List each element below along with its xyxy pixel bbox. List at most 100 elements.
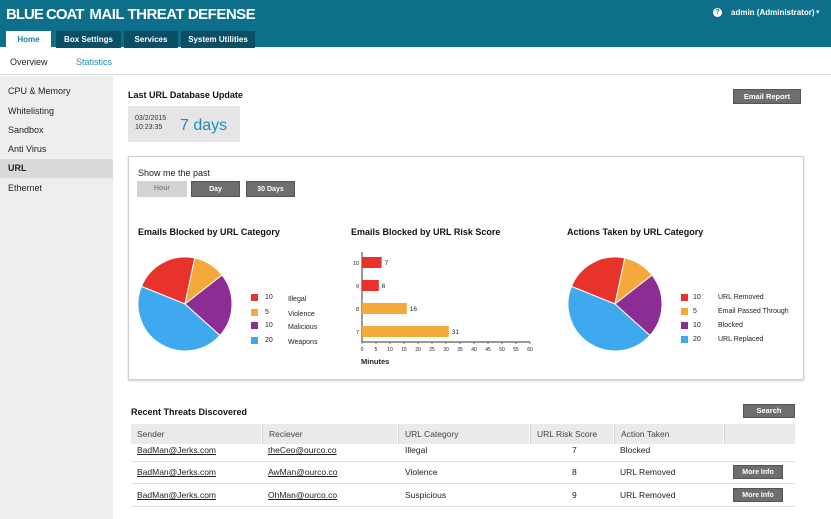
pie1-legend-label: Illegal	[288, 296, 307, 303]
bar-x-tick-label: 45	[485, 347, 491, 353]
pie2-legend-value: 10	[693, 294, 701, 301]
row3-sender[interactable]: BadMan@Jerks.com	[137, 484, 216, 506]
row-divider	[131, 483, 795, 484]
pie2-legend-value: 10	[693, 322, 701, 329]
row3-action: URL Removed	[620, 490, 676, 500]
brand-part2: MAIL THREAT DEFENSE	[89, 6, 256, 23]
row2-receiver[interactable]: AwMan@ourco.co	[268, 461, 337, 483]
pie1-legend-label: Violence	[288, 311, 315, 318]
sidebar-item-whitelisting[interactable]: Whitelisting	[0, 102, 113, 121]
pie1-legend-value: 10	[265, 294, 273, 301]
search-button[interactable]: Search	[743, 404, 795, 418]
row1-score: 7	[572, 445, 577, 455]
brand-part1: BLUE COAT	[6, 6, 84, 23]
row3-receiver[interactable]: OhMan@ourco.co	[268, 484, 337, 506]
pie1-legend-label: Malicious	[288, 324, 318, 331]
tab-home[interactable]: Home	[6, 31, 51, 48]
tab-box-settings[interactable]: Box Settings	[56, 31, 121, 48]
range-label: Show me the past	[138, 168, 211, 178]
bar-chart-risk-score: 10 7 9 6 8 16 7 31 0 5 10 15 20 25 30 35 40 45 50 55 60	[353, 252, 533, 353]
email-report-button[interactable]: Email Report	[733, 89, 801, 104]
bar-value-label: 7	[385, 260, 389, 267]
bar-x-tick-label: 10	[387, 347, 393, 353]
last-update-title: Last URL Database Update	[128, 90, 243, 100]
bar-x-tick-label: 35	[457, 347, 463, 353]
bar-x-tick-label: 15	[401, 347, 407, 353]
pie1-title: Emails Blocked by URL Category	[138, 227, 280, 237]
pie2-legend-label: Blocked	[718, 322, 743, 329]
pie1-legend-swatch	[251, 322, 258, 329]
pie2-legend-label: URL Replaced	[718, 336, 764, 343]
row3-score: 9	[572, 490, 577, 500]
bar	[362, 303, 407, 314]
top-bar: BLUE COAT MAIL THREAT DEFENSE ? admin (Ad…	[0, 0, 831, 48]
sidebar-item-url[interactable]: URL	[0, 159, 113, 178]
bar-title: Emails Blocked by URL Risk Score	[351, 227, 501, 237]
range-30days-button[interactable]: 30 Days	[246, 181, 295, 197]
pie1-legend-value: 5	[265, 309, 269, 316]
tab-services[interactable]: Services	[124, 31, 178, 48]
row-divider	[131, 506, 795, 507]
row3-more-info-button[interactable]: More Info	[733, 488, 783, 502]
pie1-legend-value: 20	[265, 337, 273, 344]
pie2-legend-label: URL Removed	[718, 294, 764, 301]
bar-value-label: 6	[382, 283, 386, 290]
pie2-legend-label: Email Passed Through	[718, 308, 789, 315]
bar	[362, 326, 449, 337]
pie2-legend-swatch	[681, 308, 688, 315]
row1-receiver[interactable]: theCeo@ourco.co	[268, 439, 337, 461]
pie-chart-url-category	[137, 256, 233, 352]
pie1-legend-swatch	[251, 309, 258, 316]
brand-logo: BLUE COAT MAIL THREAT DEFENSE	[6, 6, 256, 23]
bar-x-tick-label: 5	[375, 347, 378, 353]
bar	[362, 280, 379, 291]
row1-action: Blocked	[620, 445, 651, 455]
pie1-legend-value: 10	[265, 322, 273, 329]
tab-system-utilities[interactable]: System Utilities	[181, 31, 255, 48]
subtab-overview[interactable]: Overview	[10, 57, 48, 67]
range-hour-button[interactable]: Hour	[137, 181, 187, 197]
bar-category-label: 9	[356, 284, 359, 290]
user-menu[interactable]: admin (Administrator)	[731, 8, 815, 17]
pie2-legend-swatch	[681, 294, 688, 301]
bar-category-label: 10	[353, 261, 359, 267]
pie1-legend-swatch	[251, 294, 258, 301]
row2-category: Violence	[405, 467, 438, 477]
row2-more-info-button[interactable]: More Info	[733, 465, 783, 479]
pie2-title: Actions Taken by URL Category	[567, 227, 704, 237]
row1-sender[interactable]: BadMan@Jerks.com	[137, 439, 216, 461]
bar-x-tick-label: 25	[429, 347, 435, 353]
last-update-date: 03/2/2015	[135, 115, 167, 122]
sidebar: CPU & Memory Whitelisting Sandbox Anti V…	[0, 76, 113, 519]
pie2-legend-swatch	[681, 322, 688, 329]
bar-x-tick-label: 55	[513, 347, 519, 353]
row2-sender[interactable]: BadMan@Jerks.com	[137, 461, 216, 483]
sidebar-item-cpu-memory[interactable]: CPU & Memory	[0, 82, 113, 101]
row2-score: 8	[572, 467, 577, 477]
sidebar-item-anti-virus[interactable]: Anti Virus	[0, 140, 113, 159]
last-update-time: 10:23:35	[135, 124, 163, 131]
bar-category-label: 7	[356, 330, 359, 336]
row3-category: Suspicious	[405, 490, 447, 500]
chevron-down-icon[interactable]: ▾	[816, 8, 820, 16]
pie-chart-actions	[567, 256, 663, 352]
threats-title: Recent Threats Discovered	[131, 407, 248, 417]
bar-x-tick-label: 60	[527, 347, 533, 353]
subtab-statistics[interactable]: Statistics	[76, 57, 112, 67]
sidebar-item-sandbox[interactable]: Sandbox	[0, 121, 113, 140]
bar-x-tick-label: 20	[415, 347, 421, 353]
sub-navigation: Overview Statistics	[0, 48, 831, 75]
bar-xlabel: Minutes	[361, 357, 390, 366]
bar-x-tick-label: 30	[443, 347, 449, 353]
pie2-legend-value: 5	[693, 308, 697, 315]
pie1-legend-label: Weapons	[288, 339, 318, 346]
bar-value-label: 31	[452, 329, 460, 336]
last-update-days: 7 days	[180, 117, 228, 134]
col-header-blank	[724, 424, 795, 444]
range-day-button[interactable]: Day	[191, 181, 240, 197]
help-icon[interactable]: ?	[713, 8, 722, 17]
bar-x-tick-label: 50	[499, 347, 505, 353]
last-update-datetime: 03/2/2015 10:23:35	[135, 114, 166, 132]
sidebar-item-ethernet[interactable]: Ethernet	[0, 179, 113, 198]
bar-value-label: 16	[410, 306, 418, 313]
